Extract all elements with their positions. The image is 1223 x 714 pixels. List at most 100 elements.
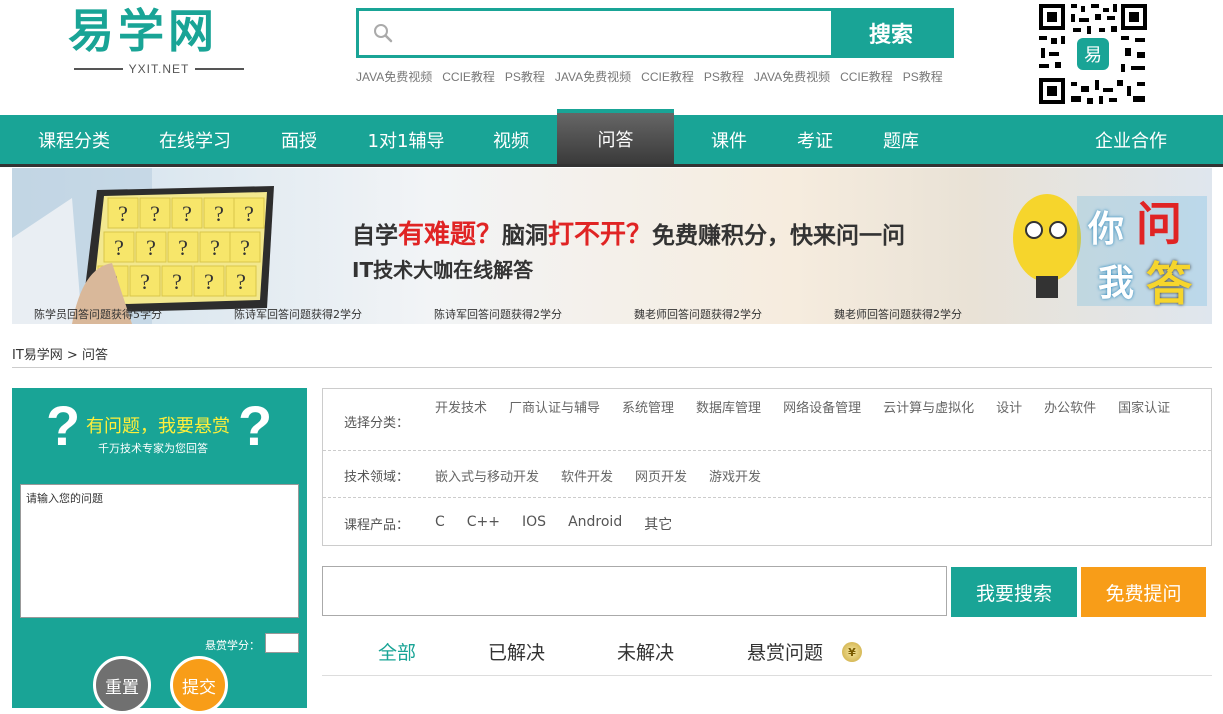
hot-link[interactable]: JAVA免费视频 — [754, 68, 830, 85]
answer-ticker: 陈学员回答问题获得5学分 陈诗军回答问题获得2学分 陈诗军回答问题获得2学分 魏… — [12, 304, 1212, 324]
ticker-item: 魏老师回答问题获得2学分 — [834, 308, 962, 321]
category-item[interactable]: 国家认证 — [1118, 397, 1170, 416]
site-search-button[interactable]: 搜索 — [831, 11, 951, 55]
banner-highlight: 打不开？ — [548, 220, 653, 250]
promo-banner[interactable]: ????? ????? ????? 自学有难题？脑洞打不开？免费赚积分，快来问一… — [12, 168, 1212, 324]
banner-text: 脑洞 — [502, 223, 549, 249]
category-item[interactable]: 设计 — [996, 397, 1022, 416]
category-item[interactable]: 厂商认证与辅导 — [509, 397, 600, 416]
field-item[interactable]: 网页开发 — [635, 466, 687, 485]
category-item[interactable]: 开发技术 — [435, 397, 487, 416]
banner-headline: 自学有难题？脑洞打不开？免费赚积分，快来问一问 — [352, 214, 905, 251]
hot-link[interactable]: CCIE教程 — [641, 68, 694, 85]
nav-item-enterprise[interactable]: 企业合作 — [1080, 115, 1182, 164]
qr-logo-text: 易 — [1084, 45, 1102, 66]
nav-item-video[interactable]: 视频 — [470, 115, 552, 164]
ask-title: 有问题，我要悬赏 — [86, 416, 230, 437]
site-search: 搜索 — [356, 8, 954, 58]
question-search-input[interactable] — [322, 566, 947, 616]
product-item[interactable]: Android — [568, 514, 622, 534]
divider — [323, 497, 1211, 498]
hot-link[interactable]: JAVA免费视频 — [555, 68, 631, 85]
breadcrumb-current: 问答 — [81, 348, 108, 363]
svg-text:?: ? — [240, 235, 250, 260]
coin-icon: ¥ — [842, 642, 862, 662]
nav-item-qa[interactable]: 问答 — [557, 109, 674, 164]
breadcrumb-home[interactable]: IT易学网 — [12, 348, 63, 363]
banner-text: 免费赚积分，快来问一问 — [652, 223, 906, 249]
hot-link[interactable]: PS教程 — [505, 68, 545, 85]
divider — [12, 367, 1212, 368]
category-item[interactable]: 云计算与虚拟化 — [883, 397, 974, 416]
product-item[interactable]: IOS — [522, 514, 546, 534]
svg-text:?: ? — [146, 235, 156, 260]
banner-text: 自学 — [352, 223, 398, 249]
reward-input[interactable] — [265, 633, 299, 653]
search-icon — [374, 24, 393, 43]
reward-label: 悬赏学分： — [205, 639, 260, 652]
tab-reward[interactable]: 悬赏问题 — [747, 638, 823, 665]
ask-subtitle: 千万技术专家为您回答 — [98, 442, 208, 455]
filter-box: 选择分类： 开发技术 厂商认证与辅导 系统管理 数据库管理 网络设备管理 云计算… — [322, 388, 1212, 546]
product-item[interactable]: 其它 — [644, 514, 672, 534]
question-mark-icon: ? — [238, 394, 273, 457]
field-item[interactable]: 游戏开发 — [709, 466, 761, 485]
nav-item-question-bank[interactable]: 题库 — [860, 115, 942, 164]
hot-link[interactable]: CCIE教程 — [840, 68, 893, 85]
tab-unsolved[interactable]: 未解决 — [617, 638, 674, 665]
nav-item-online-learning[interactable]: 在线学习 — [138, 115, 252, 164]
field-item[interactable]: 软件开发 — [561, 466, 613, 485]
logo-text: 易学网 — [68, 4, 218, 58]
hot-link[interactable]: PS教程 — [903, 68, 943, 85]
svg-text:?: ? — [210, 235, 220, 260]
svg-text:?: ? — [114, 235, 124, 260]
reset-button[interactable]: 重置 — [93, 656, 151, 714]
question-tabs: 全部 已解决 未解决 悬赏问题 ¥ — [322, 636, 1212, 676]
question-search-button[interactable]: 我要搜索 — [951, 567, 1077, 617]
category-item[interactable]: 系统管理 — [622, 397, 674, 416]
ticker-item: 魏老师回答问题获得2学分 — [634, 308, 762, 321]
nav-item-certification[interactable]: 考证 — [774, 115, 856, 164]
ticker-item: 陈诗军回答问题获得2学分 — [234, 308, 362, 321]
svg-text:?: ? — [204, 269, 214, 294]
question-textarea[interactable]: 请输入您的问题 — [20, 484, 299, 618]
qr-code: 易 — [1037, 2, 1149, 106]
field-label: 技术领域： — [344, 470, 410, 485]
tab-solved[interactable]: 已解决 — [488, 638, 545, 665]
nav-item-one-on-one[interactable]: 1对1辅导 — [350, 115, 462, 164]
svg-text:?: ? — [244, 201, 254, 226]
svg-text:?: ? — [150, 201, 160, 226]
banner-highlight: 有难题？ — [398, 220, 503, 250]
nav-item-courseware[interactable]: 课件 — [688, 115, 770, 164]
tab-all[interactable]: 全部 — [378, 638, 416, 665]
category-item[interactable]: 网络设备管理 — [783, 397, 861, 416]
hot-link[interactable]: PS教程 — [704, 68, 744, 85]
hot-links: JAVA免费视频 CCIE教程 PS教程 JAVA免费视频 CCIE教程 PS教… — [356, 68, 943, 85]
site-logo[interactable]: 易学网 YXIT.NET — [68, 4, 250, 78]
ask-panel: ? ? 有问题，我要悬赏 千万技术专家为您回答 请输入您的问题 悬赏学分： 重置… — [12, 388, 307, 714]
logo-domain: YXIT.NET — [68, 62, 250, 76]
submit-button[interactable]: 提交 — [170, 656, 228, 714]
svg-text:?: ? — [118, 201, 128, 226]
svg-text:?: ? — [140, 269, 150, 294]
banner-subline: IT技术大咖在线解答 — [352, 258, 534, 282]
svg-text:?: ? — [178, 235, 188, 260]
nav-item-course-category[interactable]: 课程分类 — [14, 115, 134, 164]
badge-char: 你 — [1088, 209, 1125, 250]
hot-link[interactable]: JAVA免费视频 — [356, 68, 432, 85]
category-item[interactable]: 数据库管理 — [696, 397, 761, 416]
header: 易学网 YXIT.NET 搜索 JAVA免费视频 CCIE教程 PS教程 JAV… — [0, 0, 1223, 115]
product-item[interactable]: C++ — [467, 514, 500, 534]
svg-text:?: ? — [214, 201, 224, 226]
svg-text:?: ? — [182, 201, 192, 226]
product-item[interactable]: C — [435, 514, 445, 534]
site-search-input[interactable] — [359, 11, 831, 55]
field-item[interactable]: 嵌入式与移动开发 — [435, 466, 539, 485]
nav-item-face-to-face[interactable]: 面授 — [258, 115, 340, 164]
hot-link[interactable]: CCIE教程 — [442, 68, 495, 85]
badge-char: 我 — [1098, 263, 1135, 304]
category-item[interactable]: 办公软件 — [1044, 397, 1096, 416]
category-label: 选择分类： — [344, 416, 410, 431]
svg-text:?: ? — [236, 269, 246, 294]
free-ask-button[interactable]: 免费提问 — [1081, 567, 1206, 617]
